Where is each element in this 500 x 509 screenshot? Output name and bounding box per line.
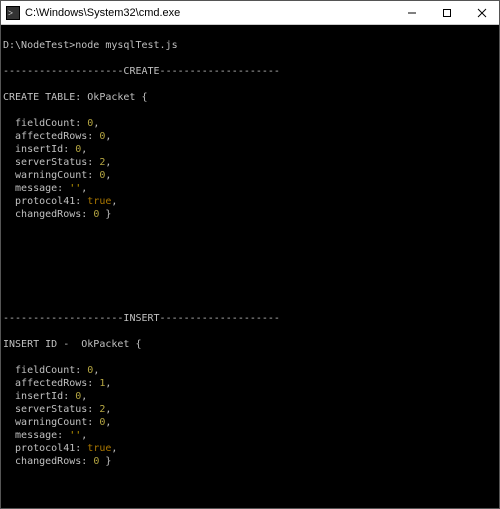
packet-field: affectedRows: 0, bbox=[3, 130, 497, 143]
packet-field: insertId: 0, bbox=[3, 143, 497, 156]
packet-field: protocol41: true, bbox=[3, 442, 497, 455]
minimize-button[interactable] bbox=[394, 1, 429, 24]
command-text: node mysqlTest.js bbox=[75, 40, 177, 51]
window-controls bbox=[394, 1, 499, 24]
packet-field: message: '', bbox=[3, 182, 497, 195]
packet-field: protocol41: true, bbox=[3, 195, 497, 208]
maximize-button[interactable] bbox=[429, 1, 464, 24]
titlebar[interactable]: > C:\Windows\System32\cmd.exe bbox=[1, 1, 499, 25]
section-divider: --------------------CREATE--------------… bbox=[3, 65, 497, 78]
blank-line bbox=[3, 260, 497, 273]
blank-line bbox=[3, 481, 497, 494]
create-body: fieldCount: 0, affectedRows: 0, insertId… bbox=[3, 117, 497, 221]
packet-field: insertId: 0, bbox=[3, 390, 497, 403]
packet-field: warningCount: 0, bbox=[3, 169, 497, 182]
packet-field: warningCount: 0, bbox=[3, 416, 497, 429]
packet-field: fieldCount: 0, bbox=[3, 364, 497, 377]
insert-header: INSERT ID - OkPacket { bbox=[3, 338, 497, 351]
close-button[interactable] bbox=[464, 1, 499, 24]
insert-body: fieldCount: 0, affectedRows: 1, insertId… bbox=[3, 364, 497, 468]
packet-field: serverStatus: 2, bbox=[3, 156, 497, 169]
cmd-icon: > bbox=[5, 5, 21, 21]
terminal-output[interactable]: D:\NodeTest>node mysqlTest.js ----------… bbox=[1, 25, 499, 508]
blank-line bbox=[3, 234, 497, 247]
window-title: C:\Windows\System32\cmd.exe bbox=[25, 7, 394, 19]
section-divider: --------------------INSERT--------------… bbox=[3, 312, 497, 325]
prompt-line: D:\NodeTest>node mysqlTest.js bbox=[3, 39, 497, 52]
packet-field: message: '', bbox=[3, 429, 497, 442]
blank-line bbox=[3, 286, 497, 299]
packet-field: changedRows: 0 } bbox=[3, 455, 497, 468]
blank-line bbox=[3, 507, 497, 508]
svg-text:>: > bbox=[8, 8, 13, 18]
prompt-path: D:\NodeTest> bbox=[3, 40, 75, 51]
create-header: CREATE TABLE: OkPacket { bbox=[3, 91, 497, 104]
packet-field: fieldCount: 0, bbox=[3, 117, 497, 130]
cmd-window: > C:\Windows\System32\cmd.exe D:\NodeTes… bbox=[0, 0, 500, 509]
packet-field: changedRows: 0 } bbox=[3, 208, 497, 221]
packet-field: affectedRows: 1, bbox=[3, 377, 497, 390]
packet-field: serverStatus: 2, bbox=[3, 403, 497, 416]
